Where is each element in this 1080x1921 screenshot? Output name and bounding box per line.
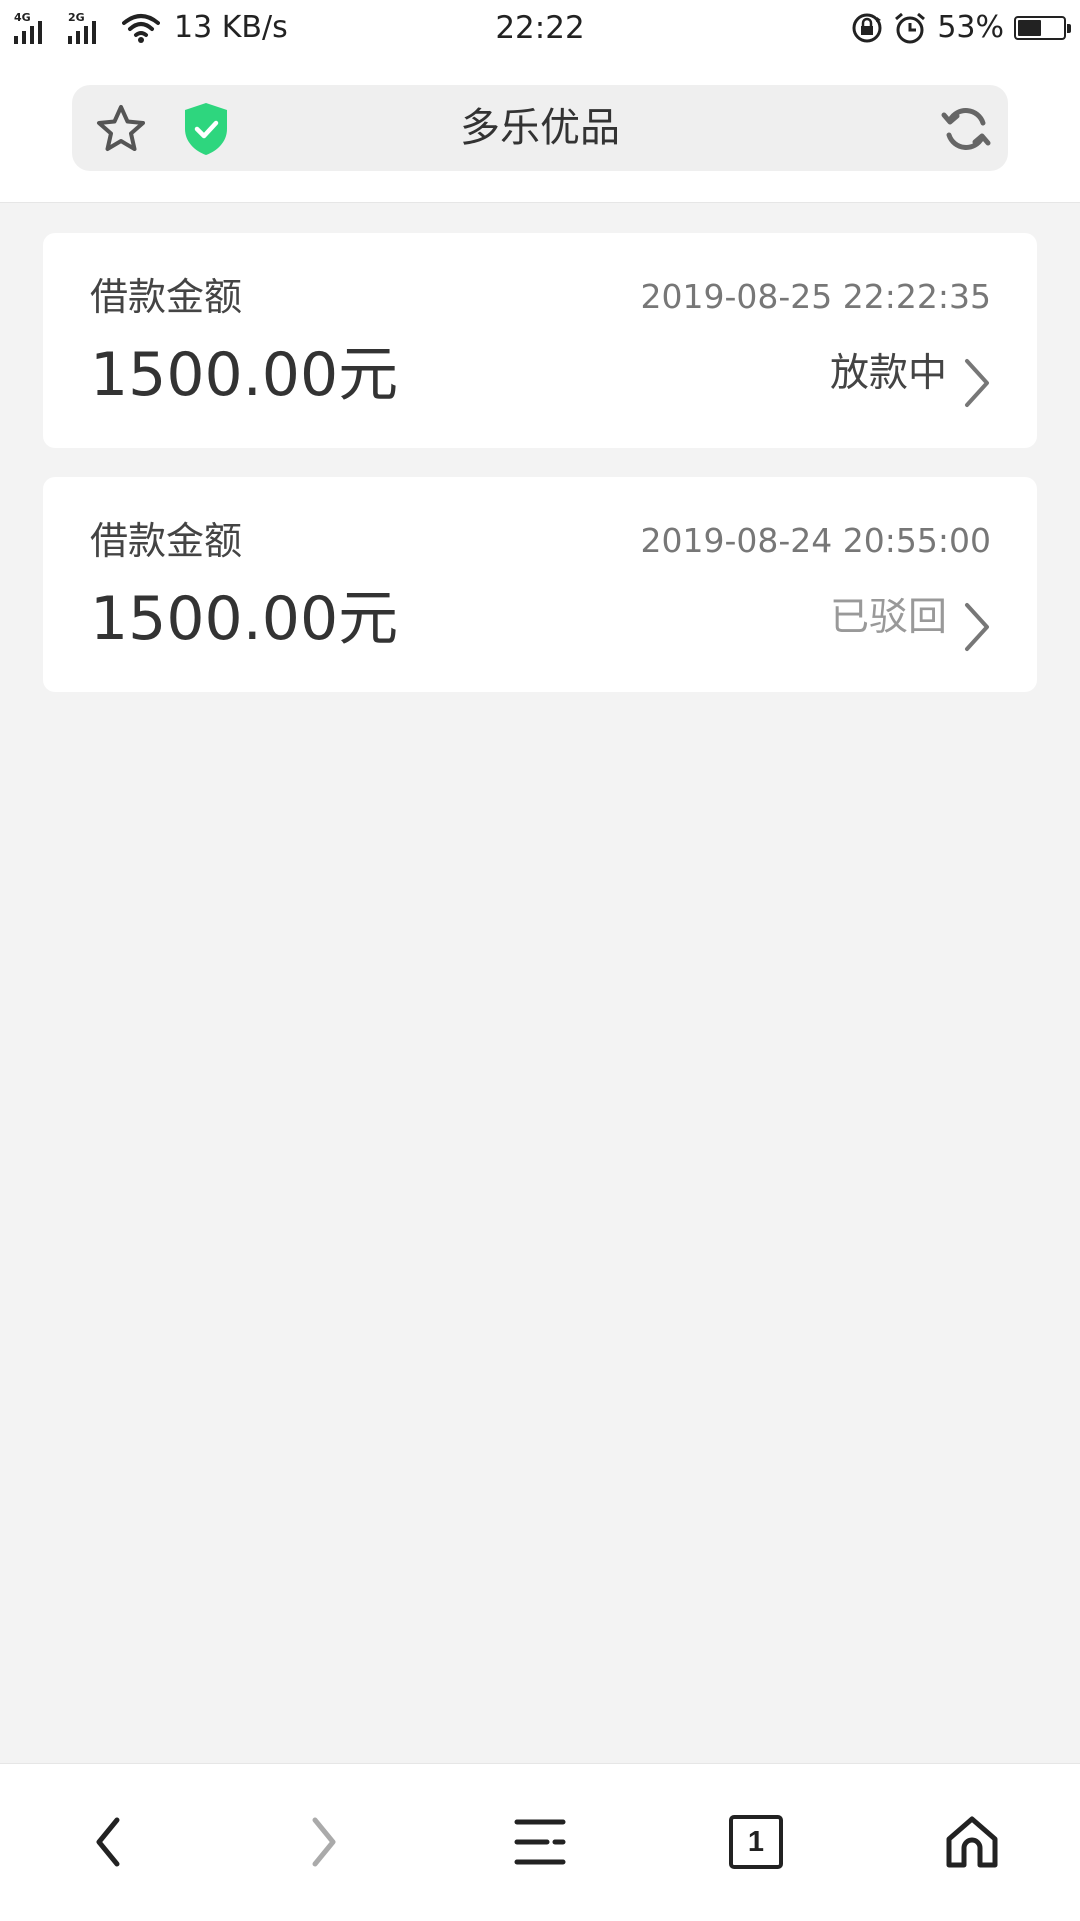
loan-amount: 1500.00元: [90, 340, 399, 410]
status-bar: 4G 2G 13 KB/s 22:22 53%: [0, 0, 1080, 55]
battery-percent: 53%: [937, 10, 1004, 45]
loan-date: 2019-08-25 22:22:35: [640, 277, 991, 316]
home-icon: [946, 1816, 998, 1868]
address-bar[interactable]: 多乐优品: [72, 85, 1008, 171]
alarm-icon: [895, 12, 926, 44]
loan-amount-label: 借款金额: [90, 519, 243, 563]
menu-icon: [514, 1819, 566, 1865]
chevron-right-icon[interactable]: [963, 601, 991, 653]
tabs-icon: 1: [729, 1815, 783, 1869]
forward-button[interactable]: [276, 1794, 372, 1890]
menu-button[interactable]: [492, 1794, 588, 1890]
refresh-icon[interactable]: [940, 103, 992, 155]
loan-status: 放款中: [829, 351, 947, 396]
bottom-nav: 1: [0, 1763, 1080, 1921]
loan-amount: 1500.00元: [90, 584, 399, 654]
rotation-lock-icon: [852, 13, 882, 43]
back-icon: [96, 1817, 120, 1867]
status-right: 53%: [851, 8, 1071, 48]
chevron-right-icon[interactable]: [963, 357, 991, 409]
browser-toolbar: 多乐优品: [0, 55, 1080, 203]
loan-card[interactable]: 借款金额 2019-08-25 22:22:35 1500.00元 放款中: [43, 233, 1037, 448]
tabs-button[interactable]: 1: [708, 1794, 804, 1890]
page-title[interactable]: 多乐优品: [72, 85, 1008, 171]
forward-icon: [312, 1817, 336, 1867]
loan-status: 已驳回: [829, 595, 947, 640]
battery-icon: [1014, 16, 1071, 40]
loan-date: 2019-08-24 20:55:00: [640, 521, 991, 560]
tab-count: 1: [747, 1825, 765, 1858]
back-button[interactable]: [60, 1794, 156, 1890]
home-button[interactable]: [924, 1794, 1020, 1890]
loan-amount-label: 借款金额: [90, 275, 243, 319]
battery-level-fill: [1018, 20, 1041, 36]
loan-card[interactable]: 借款金额 2019-08-24 20:55:00 1500.00元 已驳回: [43, 477, 1037, 692]
loan-list: 借款金额 2019-08-25 22:22:35 1500.00元 放款中 借款…: [43, 233, 1037, 721]
